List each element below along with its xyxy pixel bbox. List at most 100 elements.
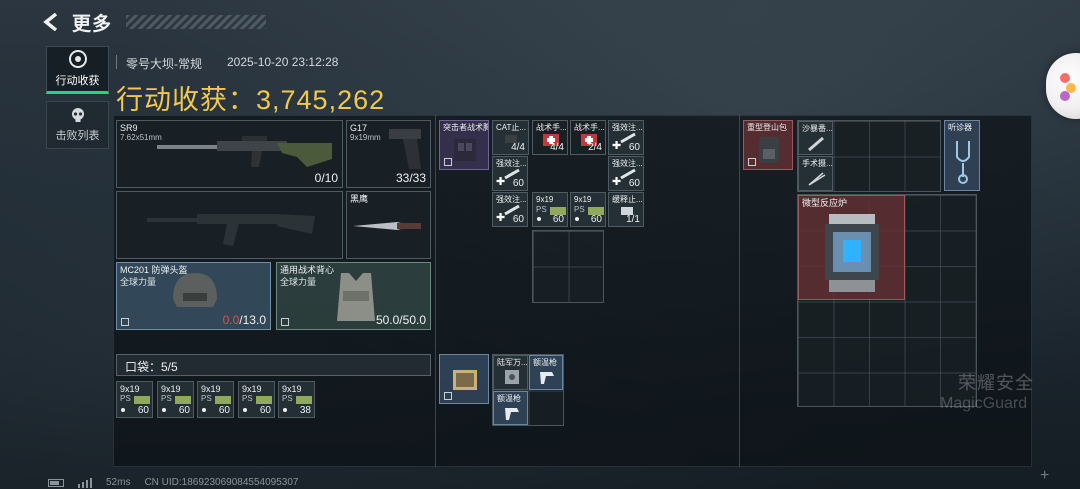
item-name: 陆军万... bbox=[497, 358, 528, 367]
skull-icon bbox=[71, 108, 84, 122]
back-button[interactable] bbox=[40, 11, 62, 33]
melee-name: 黑鹰 bbox=[350, 194, 369, 204]
assist-dot bbox=[1060, 91, 1070, 101]
stethoscope-icon bbox=[956, 141, 970, 184]
watermark-cn: 荣耀安全 bbox=[958, 373, 1034, 393]
chest-rig-slot[interactable]: 突击者战术胸挂 bbox=[439, 120, 489, 170]
page-title: 更多 bbox=[72, 13, 113, 35]
item-qty: 60 bbox=[628, 178, 640, 189]
pocket-item-ammo[interactable]: 9x19 PS 60 bbox=[197, 381, 234, 418]
item-name: 战术手... bbox=[536, 123, 567, 132]
multitool-icon bbox=[505, 370, 519, 384]
tab-label: 击败列表 bbox=[55, 130, 100, 142]
vest-icon bbox=[337, 273, 375, 321]
thermometer-gun-icon bbox=[540, 372, 554, 384]
item-name: 9x19 bbox=[536, 195, 554, 204]
secure-container-slot[interactable] bbox=[439, 354, 489, 404]
watermark-en: MagicGuard bbox=[940, 395, 1028, 412]
rig-item[interactable]: 9x19 PS 60 bbox=[532, 192, 568, 227]
rig-item[interactable]: 强效注... ✚ 60 bbox=[492, 156, 528, 191]
item-sub: PS bbox=[574, 205, 585, 214]
item-qty: 4/4 bbox=[550, 142, 564, 153]
helmet-durability: 0.0/13.0 bbox=[222, 313, 266, 327]
item-sub: PS bbox=[242, 394, 253, 403]
rig-item[interactable]: 强效注... ✚ 60 bbox=[608, 156, 644, 191]
lock-icon bbox=[444, 392, 452, 400]
tab-kill-list[interactable]: 击败列表 bbox=[46, 101, 109, 149]
item-name: 听诊器 bbox=[948, 123, 972, 132]
plus-icon: + bbox=[1040, 467, 1050, 484]
signal-icon bbox=[78, 477, 92, 488]
pocket-item-ammo[interactable]: 9x19 PS 38 bbox=[278, 381, 315, 418]
melee-slot[interactable]: 黑鹰 bbox=[346, 191, 431, 259]
raid-haul: 行动收获：3,745,262 bbox=[116, 78, 385, 117]
rifle-silhouette-icon bbox=[147, 214, 315, 246]
pocket-item-ammo[interactable]: 9x19 PS 60 bbox=[157, 381, 194, 418]
dot-icon bbox=[162, 408, 166, 412]
secure-item-thermometer[interactable]: 额温枪 bbox=[493, 391, 528, 425]
rig-item[interactable]: 战术手... 4/4 bbox=[532, 120, 568, 155]
rig-item[interactable]: 缓释止... 1/1 bbox=[608, 192, 644, 227]
thermometer-gun-icon bbox=[505, 408, 519, 420]
vest-slot[interactable]: 通用战术背心 全球力量 50.0/50.0 bbox=[276, 262, 431, 330]
pistol-slot[interactable]: G17 9x19mm 33/33 bbox=[346, 120, 431, 188]
rifle-icon bbox=[157, 136, 332, 167]
helmet-tier: 全球力量 bbox=[120, 277, 157, 287]
floating-assist-button[interactable] bbox=[1046, 53, 1080, 119]
vest-tier: 全球力量 bbox=[280, 277, 317, 287]
item-qty: 60 bbox=[590, 214, 602, 225]
lock-icon bbox=[444, 158, 452, 166]
item-qty: 60 bbox=[137, 405, 149, 416]
rig-item[interactable]: 9x19 PS 60 bbox=[570, 192, 606, 227]
secure-item-tool[interactable]: 陆军万... bbox=[493, 355, 528, 390]
item-sub: PS bbox=[120, 394, 131, 403]
item-qty: 2/4 bbox=[588, 142, 602, 153]
tab-label: 行动收获 bbox=[55, 75, 100, 87]
plus-icon: ✚ bbox=[612, 140, 622, 152]
backpack-slot[interactable]: 重型登山包 bbox=[743, 120, 793, 170]
backpack-item-micro-reactor[interactable]: 微型反应炉 bbox=[798, 195, 905, 300]
item-sub: PS bbox=[201, 394, 212, 403]
title-decoration bbox=[126, 15, 267, 29]
item-sub: PS bbox=[161, 394, 172, 403]
item-sub: PS bbox=[282, 394, 293, 403]
pocket-item-ammo[interactable]: 9x19 PS 60 bbox=[116, 381, 153, 418]
weapon-name: SR9 bbox=[120, 123, 138, 133]
backpack-item-forceps[interactable]: 手术摄... bbox=[798, 156, 833, 191]
item-name: 额温枪 bbox=[497, 394, 521, 403]
rig-item[interactable]: CAT止... 4/4 bbox=[492, 120, 529, 155]
backpack-item-stethoscope[interactable]: 听诊器 bbox=[944, 120, 980, 191]
item-sub: PS bbox=[536, 205, 547, 214]
backpack-name: 重型登山包 bbox=[747, 123, 787, 132]
rig-item[interactable]: 强效注... ✚ 60 bbox=[492, 192, 528, 227]
battery-icon bbox=[48, 478, 64, 487]
top-bar: 更多 bbox=[40, 8, 267, 36]
user-uid: CN UID:1869230690845540953​07 bbox=[144, 477, 299, 488]
backpack-item-sandstorm[interactable]: 沙暴番... bbox=[798, 121, 833, 155]
secure-item-thermometer[interactable]: 额温枪 bbox=[529, 355, 563, 390]
lock-icon bbox=[121, 318, 129, 326]
item-qty: 60 bbox=[512, 178, 524, 189]
rig-item[interactable]: 战术手... 2/4 bbox=[570, 120, 606, 155]
backpack-icon bbox=[759, 137, 779, 163]
primary-weapon-slot[interactable]: SR9 7.62x51mm 0/10 bbox=[116, 120, 343, 188]
divider bbox=[116, 55, 117, 69]
pocket-item-ammo[interactable]: 9x19 PS 60 bbox=[238, 381, 275, 418]
item-qty: 1/1 bbox=[626, 214, 640, 225]
rig-name: 突击者战术胸挂 bbox=[443, 123, 488, 132]
secondary-weapon-slot[interactable] bbox=[116, 191, 343, 259]
helmet-slot[interactable]: MC201 防弹头盔 全球力量 0.0/13.0 bbox=[116, 262, 271, 330]
haul-value: 3,745,262 bbox=[256, 85, 386, 115]
item-qty: 38 bbox=[299, 405, 311, 416]
item-name: 手术摄... bbox=[802, 159, 833, 168]
item-name: CAT止... bbox=[496, 123, 527, 132]
tab-raid-loot[interactable]: 行动收获 bbox=[46, 46, 109, 94]
helmet-icon bbox=[173, 273, 217, 307]
weapon-ammo: 33/33 bbox=[395, 171, 426, 185]
rig-item[interactable]: 强效注... ✚ 60 bbox=[608, 120, 644, 155]
haul-label: 行动收获： bbox=[116, 85, 256, 115]
item-qty: 60 bbox=[218, 405, 230, 416]
item-qty: 60 bbox=[628, 142, 640, 153]
item-name: 微型反应炉 bbox=[802, 198, 848, 208]
raid-timestamp: 2025-10-20 23:12:28 bbox=[227, 55, 339, 69]
